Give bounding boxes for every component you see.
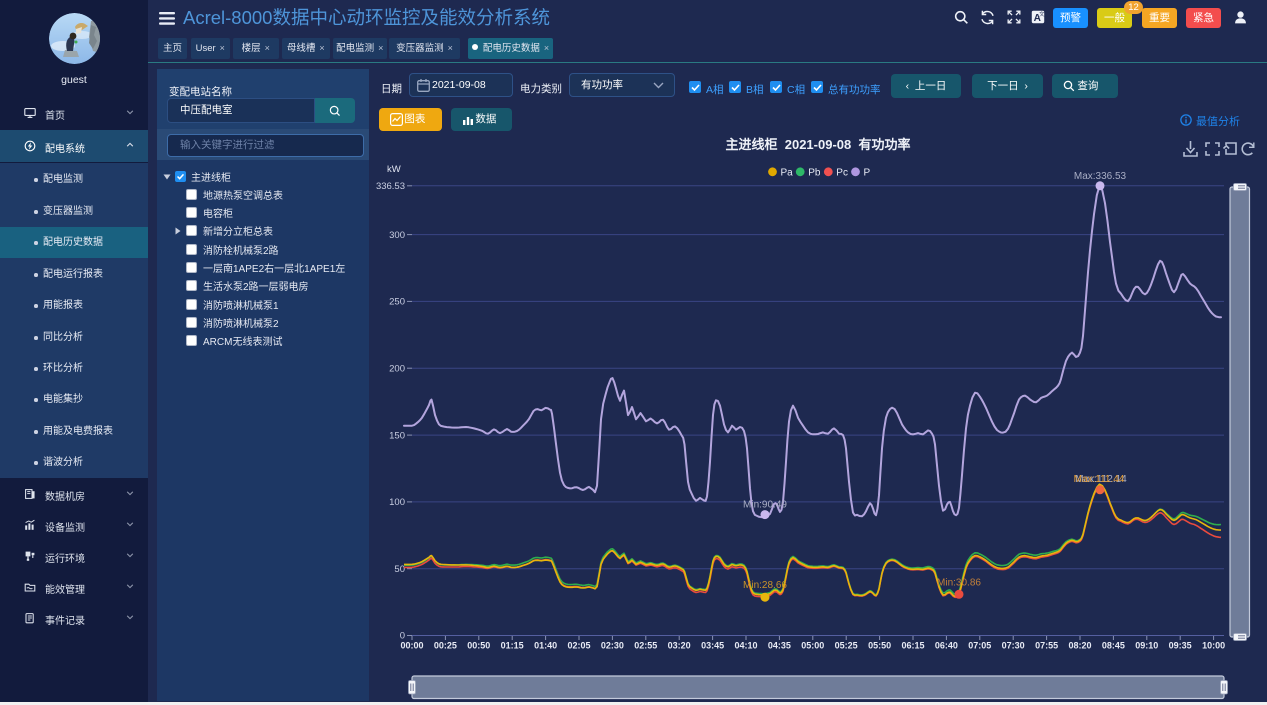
svg-text:Min:28.66: Min:28.66 [743, 580, 787, 591]
svg-text:Pa: Pa [781, 168, 794, 179]
svg-text:kW: kW [387, 164, 401, 175]
svg-text:250: 250 [389, 297, 405, 308]
svg-text:07:55: 07:55 [1035, 641, 1058, 651]
svg-text:Min:30.86: Min:30.86 [937, 577, 981, 588]
svg-text:09:35: 09:35 [1169, 641, 1192, 651]
svg-text:06:15: 06:15 [901, 641, 924, 651]
svg-text:100: 100 [389, 497, 405, 508]
svg-text:336.53: 336.53 [376, 181, 405, 192]
svg-text:Pb: Pb [808, 168, 821, 179]
svg-text:P: P [864, 168, 871, 179]
svg-text:07:30: 07:30 [1002, 641, 1025, 651]
svg-text:150: 150 [389, 430, 405, 441]
svg-text:Max:111.44: Max:111.44 [1074, 474, 1125, 485]
svg-text:04:10: 04:10 [734, 641, 757, 651]
svg-text:10:00: 10:00 [1202, 641, 1225, 651]
svg-text:04:35: 04:35 [768, 641, 791, 651]
svg-text:00:25: 00:25 [434, 641, 457, 651]
svg-text:03:45: 03:45 [701, 641, 724, 651]
svg-text:08:45: 08:45 [1102, 641, 1125, 651]
svg-text:05:25: 05:25 [835, 641, 858, 651]
svg-text:05:00: 05:00 [801, 641, 824, 651]
svg-text:50: 50 [394, 564, 405, 575]
svg-text:09:10: 09:10 [1135, 641, 1158, 651]
svg-text:Max:336.53: Max:336.53 [1074, 171, 1127, 182]
svg-text:01:40: 01:40 [534, 641, 557, 651]
svg-text:07:05: 07:05 [968, 641, 991, 651]
svg-text:00:50: 00:50 [467, 641, 490, 651]
svg-text:02:55: 02:55 [634, 641, 657, 651]
svg-text:06:40: 06:40 [935, 641, 958, 651]
svg-text:08:20: 08:20 [1068, 641, 1091, 651]
svg-text:300: 300 [389, 230, 405, 241]
svg-text:200: 200 [389, 363, 405, 374]
svg-text:02:30: 02:30 [601, 641, 624, 651]
svg-text:02:05: 02:05 [567, 641, 590, 651]
svg-text:Min:90.49: Min:90.49 [743, 500, 787, 511]
svg-text:主进线柜 2021-09-08 有功功率: 主进线柜 2021-09-08 有功功率 [726, 137, 911, 152]
svg-text:05:50: 05:50 [868, 641, 891, 651]
svg-text:01:15: 01:15 [501, 641, 524, 651]
svg-text:03:20: 03:20 [668, 641, 691, 651]
svg-text:Pc: Pc [836, 168, 848, 179]
svg-text:00:00: 00:00 [400, 641, 423, 651]
